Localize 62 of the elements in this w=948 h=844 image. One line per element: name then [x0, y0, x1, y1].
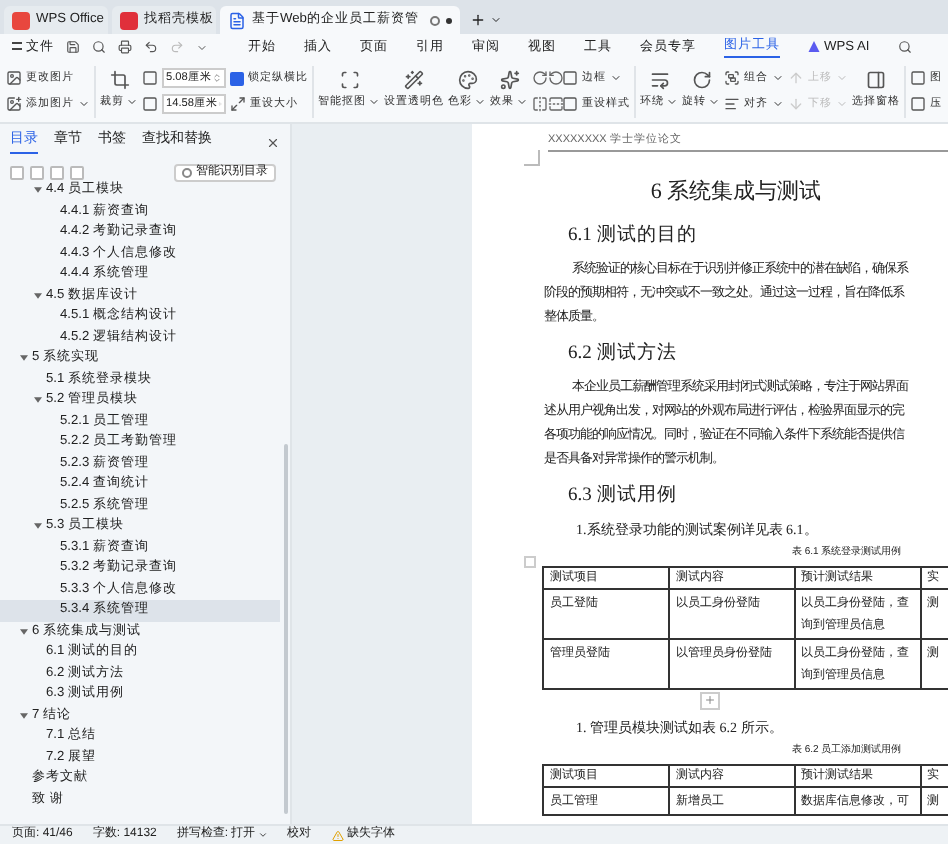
tool-icon [649, 70, 669, 91]
flip-vertical-icon[interactable] [547, 96, 563, 112]
caret-icon [666, 96, 678, 109]
tool-icon [6, 70, 22, 87]
new-tab-icon[interactable] [470, 12, 486, 28]
checkbox[interactable] [230, 71, 244, 86]
search-icon[interactable] [897, 39, 912, 54]
caret-icon [126, 96, 138, 109]
expand-caret-icon[interactable] [34, 291, 46, 300]
app-logo-icon [12, 11, 30, 29]
rotate-right-icon[interactable] [532, 70, 548, 86]
tool-icon [866, 70, 886, 91]
corner-mark-icon [524, 150, 540, 166]
expand-caret-icon[interactable] [20, 627, 32, 636]
tool-icon [6, 95, 22, 112]
sync-icon [430, 15, 440, 25]
tool-icon [230, 95, 246, 112]
expand-caret-icon[interactable] [34, 396, 46, 405]
tab-list-icon[interactable] [490, 14, 502, 26]
tool-icon [457, 70, 477, 91]
tool-icon [724, 95, 740, 112]
tool-icon [788, 95, 804, 112]
caret-icon [257, 830, 268, 840]
flip-horizontal-icon[interactable] [532, 96, 548, 112]
print-icon[interactable] [118, 40, 132, 54]
menu-icon [12, 42, 22, 51]
caret-icon [78, 97, 90, 110]
document-icon [228, 11, 246, 29]
expand-caret-icon[interactable] [34, 522, 46, 531]
undo-icon[interactable] [144, 40, 158, 54]
tool-icon [499, 70, 519, 91]
expand-caret-icon[interactable] [20, 354, 32, 363]
section-heading: 6.2 测试方法 [568, 340, 679, 368]
expand-caret-icon[interactable] [34, 186, 46, 195]
plus-icon [704, 694, 716, 706]
expand-caret-icon[interactable] [20, 711, 32, 720]
caret-icon [708, 96, 720, 109]
caret-icon [610, 72, 622, 85]
caret-icon [516, 96, 528, 109]
section-heading: 6.3 测试用例 [568, 482, 679, 511]
width-icon [142, 70, 158, 86]
tool-icon [109, 70, 129, 91]
template-logo-icon [120, 11, 138, 29]
caret-icon [368, 96, 380, 109]
warning-icon [331, 829, 344, 841]
table-handle-icon[interactable] [524, 556, 536, 568]
save-icon[interactable] [66, 40, 80, 54]
close-icon[interactable] [266, 135, 280, 149]
tool-icon [724, 70, 740, 87]
rotate-left-icon[interactable] [547, 70, 563, 86]
caret-icon [474, 96, 486, 109]
smart-icon [182, 167, 192, 177]
tool-icon [691, 70, 711, 91]
spinner-icon [212, 72, 222, 84]
chapter-title: 6 系统集成与测试 [648, 177, 824, 209]
tool-icon [404, 70, 424, 91]
tool-icon [788, 70, 804, 87]
height-icon [142, 96, 158, 112]
ai-logo-icon [808, 40, 820, 53]
preview-icon[interactable] [92, 40, 106, 54]
section-heading: 6.1 测试的目的 [568, 222, 699, 250]
tool-icon [339, 70, 359, 91]
